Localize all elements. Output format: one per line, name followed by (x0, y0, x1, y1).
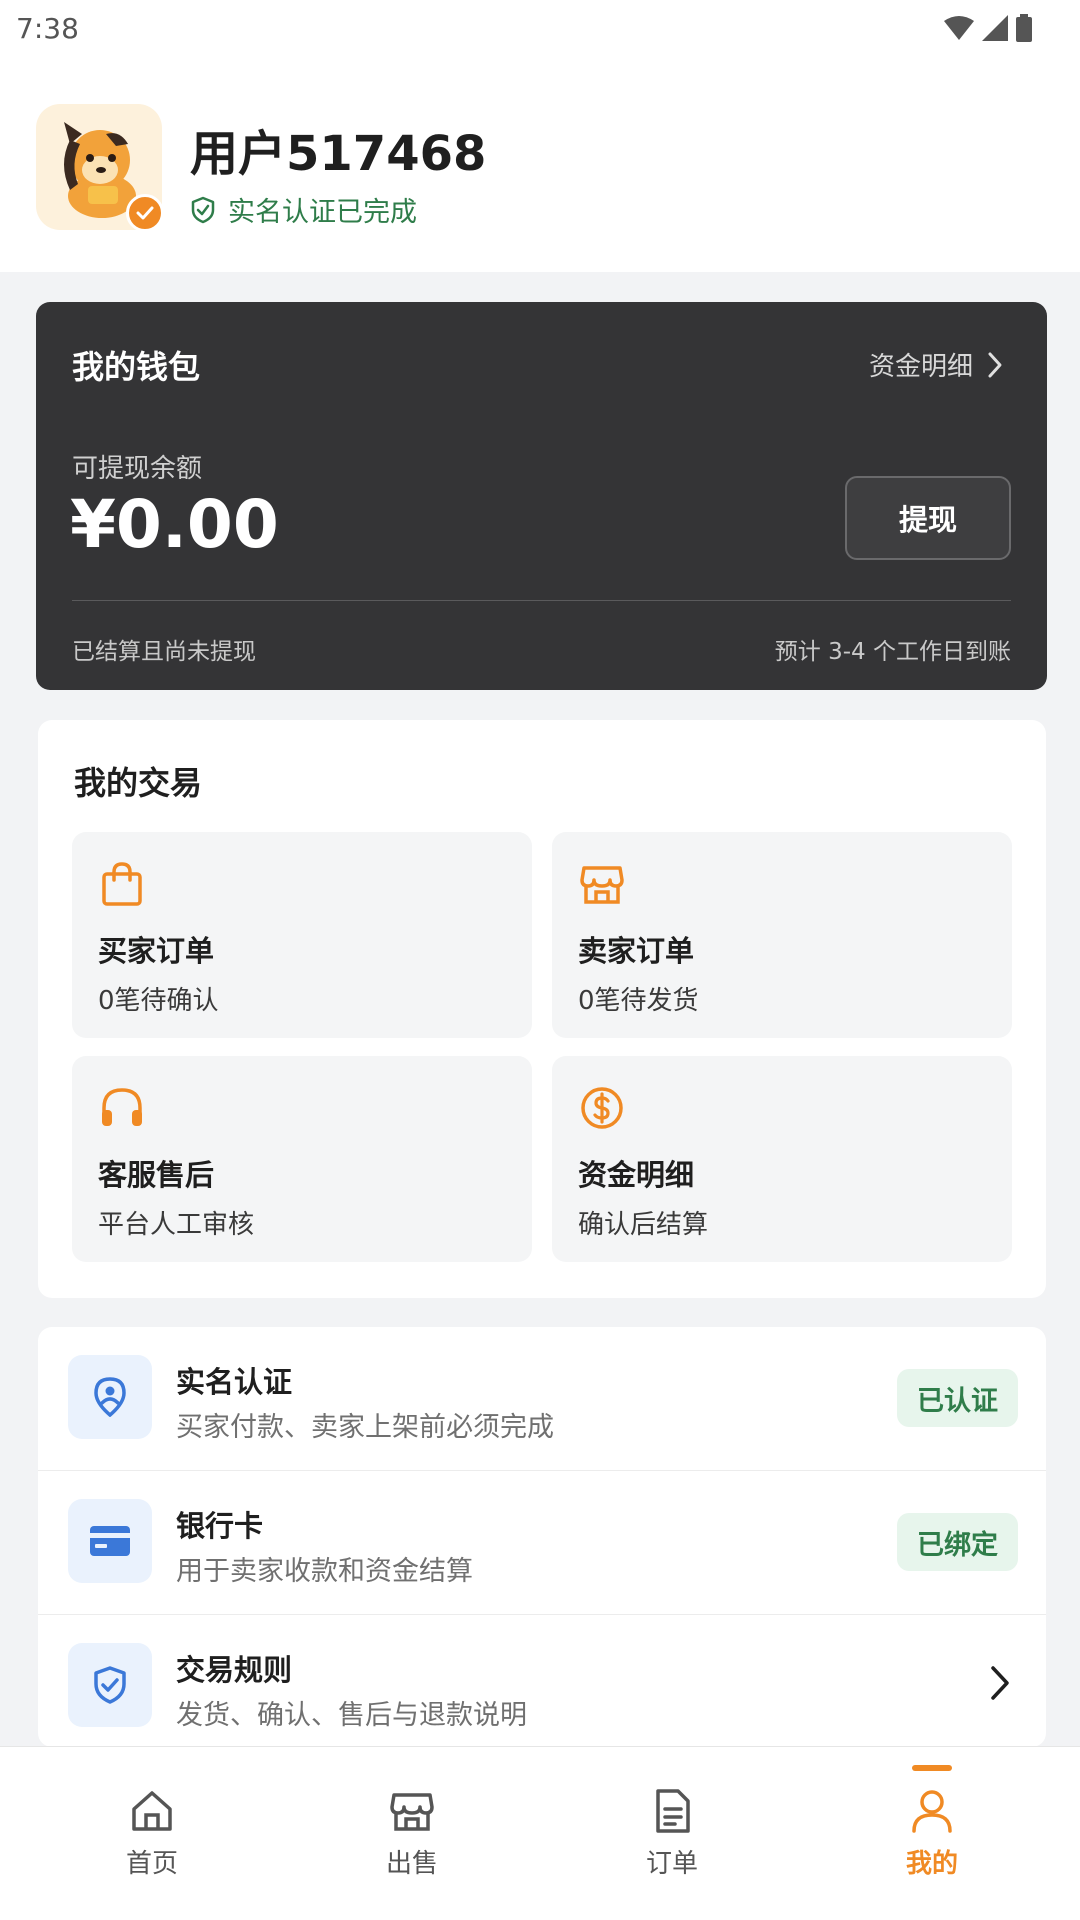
status-time: 7:38 (16, 12, 79, 45)
list-item-bank-card[interactable]: 银行卡 用于卖家收款和资金结算 已绑定 (38, 1471, 1046, 1615)
tile-subtitle: 0笔待发货 (578, 986, 699, 1016)
username: 用户517468 (190, 126, 487, 182)
shield-check-icon (191, 196, 215, 223)
nav-item-orders[interactable]: 订单 (542, 1747, 802, 1920)
fund-details-label: 资金明细 (868, 352, 973, 382)
nav-item-mine[interactable]: 我的 (802, 1747, 1062, 1920)
list-item-real-name[interactable]: 实名认证 买家付款、卖家上架前必须完成 已认证 (38, 1327, 1046, 1471)
profile-header: 用户517468 实名认证已完成 (0, 58, 1080, 272)
tile-subtitle: 0笔待确认 (98, 986, 219, 1016)
row-title: 实名认证 (176, 1365, 293, 1399)
nav-label: 首页 (125, 1849, 178, 1879)
credit-card-icon (90, 1526, 130, 1556)
store-icon (580, 866, 624, 904)
chevron-right-icon (991, 1666, 1009, 1700)
status-icons (944, 14, 1032, 42)
nav-item-home[interactable]: 首页 (22, 1747, 282, 1920)
balance-amount: ¥0.00 (70, 486, 279, 563)
tile-title: 买家订单 (98, 934, 215, 968)
row-subtitle: 发货、确认、售后与退款说明 (176, 1700, 527, 1731)
nav-label: 出售 (385, 1849, 438, 1879)
tile-title: 客服售后 (98, 1158, 215, 1192)
wallet-divider (72, 600, 1011, 601)
chevron-right-icon (988, 352, 1002, 377)
wallet-card: 我的钱包 资金明细 可提现余额 ¥0.00 提现 已结算且尚未提现 预计 3-4… (36, 302, 1047, 690)
customer-service-tile[interactable]: 客服售后 平台人工审核 (72, 1056, 532, 1262)
tile-subtitle: 平台人工审核 (98, 1210, 255, 1240)
wallet-footnote-left: 已结算且尚未提现 (72, 639, 256, 665)
tile-title: 卖家订单 (578, 934, 695, 968)
wallet-footnote-right: 预计 3-4 个工作日到账 (774, 639, 1011, 665)
bottom-nav: 首页 出售 订单 我的 (0, 1746, 1080, 1920)
verification-status: 实名认证已完成 (190, 190, 417, 229)
nav-label: 我的 (905, 1849, 958, 1879)
person-icon (912, 1790, 952, 1833)
row-icon-container (68, 1355, 152, 1439)
avatar[interactable] (36, 104, 164, 232)
shopping-bag-icon (102, 862, 142, 906)
withdraw-button[interactable]: 提现 (845, 476, 1011, 560)
verified-text: 实名认证已完成 (228, 197, 417, 228)
dollar-coin-icon (581, 1087, 623, 1129)
trades-card: 我的交易 买家订单 0笔待确认 卖家订单 0笔待发货 客服售后 平台人工审核 资… (38, 720, 1046, 1298)
row-subtitle: 买家付款、卖家上架前必须完成 (176, 1412, 554, 1443)
settings-list: 实名认证 买家付款、卖家上架前必须完成 已认证 银行卡 用于卖家收款和资金结算 … (38, 1327, 1046, 1747)
seller-orders-tile[interactable]: 卖家订单 0笔待发货 (552, 832, 1012, 1038)
fund-details-link[interactable]: 资金明细 (869, 346, 1003, 383)
tile-title: 资金明细 (578, 1158, 695, 1192)
buyer-orders-tile[interactable]: 买家订单 0笔待确认 (72, 832, 532, 1038)
status-badge: 已认证 (897, 1369, 1018, 1427)
balance-label: 可提现余额 (72, 454, 203, 484)
wallet-title: 我的钱包 (72, 348, 201, 386)
fund-details-tile[interactable]: 资金明细 确认后结算 (552, 1056, 1012, 1262)
home-icon (132, 1791, 172, 1831)
headset-icon (102, 1088, 142, 1126)
battery-icon (1016, 14, 1032, 42)
avatar-verified-badge (126, 194, 164, 232)
status-badge: 已绑定 (897, 1513, 1018, 1571)
list-item-trade-rules[interactable]: 交易规则 发货、确认、售后与退款说明 (38, 1615, 1046, 1747)
store-icon (390, 1793, 434, 1831)
tile-subtitle: 确认后结算 (578, 1210, 709, 1240)
shield-check-icon (94, 1666, 126, 1704)
status-bar: 7:38 (0, 0, 1080, 58)
nav-label: 订单 (645, 1849, 698, 1879)
row-subtitle: 用于卖家收款和资金结算 (176, 1556, 473, 1587)
document-icon (656, 1789, 690, 1833)
row-icon-container (68, 1499, 152, 1583)
row-title: 交易规则 (176, 1653, 293, 1687)
id-user-icon (94, 1377, 126, 1417)
signal-icon (982, 15, 1008, 41)
check-icon (136, 206, 154, 220)
row-title: 银行卡 (176, 1509, 264, 1543)
nav-item-sell[interactable]: 出售 (282, 1747, 542, 1920)
active-indicator (912, 1765, 952, 1771)
row-icon-container (68, 1643, 152, 1727)
wifi-icon (944, 16, 974, 40)
trades-title: 我的交易 (74, 764, 203, 802)
